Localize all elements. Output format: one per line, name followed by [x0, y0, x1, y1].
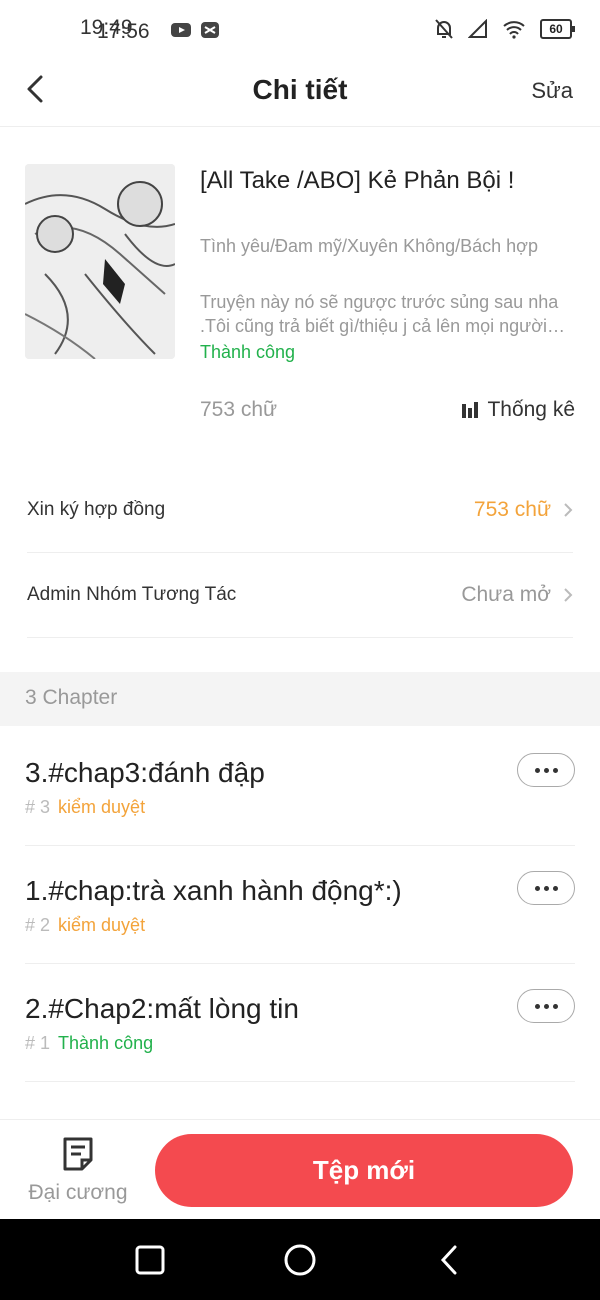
chevron-right-icon	[564, 503, 573, 517]
outline-button[interactable]: Đại cương	[26, 1136, 130, 1205]
chapter-number: # 3	[25, 797, 51, 817]
new-file-button[interactable]: Tệp mới	[155, 1134, 573, 1207]
nav-back-button[interactable]	[433, 1243, 467, 1277]
battery-icon: 60	[540, 19, 575, 39]
chapter-title: 3.#chap3:đánh đập	[25, 757, 265, 788]
header: Chi tiết Sửa	[0, 60, 600, 127]
admin-group-row[interactable]: Admin Nhóm Tương Tác Chưa mở	[27, 553, 573, 638]
chapter-section-header: 3 Chapter	[0, 672, 600, 726]
stats-label: Thống kê	[487, 398, 575, 421]
bar-chart-icon	[462, 402, 479, 418]
chapter-title: 1.#chap:trà xanh hành động*:)	[25, 875, 402, 906]
admin-group-label: Admin Nhóm Tương Tác	[27, 584, 237, 605]
notes-icon	[63, 1137, 93, 1171]
chapter-item[interactable]: 1.#chap:trà xanh hành động*:) # 2 kiểm d…	[25, 845, 575, 964]
book-description: Truyện này nó sẽ ngược trước sủng sau nh…	[200, 292, 559, 336]
admin-group-value: Chưa mở	[461, 583, 551, 606]
status-bar: 19:49 17:56 60	[0, 0, 600, 60]
book-status: Thành công	[200, 342, 296, 362]
outline-label: Đại cương	[28, 1181, 128, 1204]
bell-off-icon	[435, 19, 453, 39]
chapter-count: 3 Chapter	[25, 686, 118, 709]
more-options-button[interactable]	[517, 989, 575, 1023]
stats-button[interactable]: Thống kê	[461, 398, 575, 422]
book-title: [All Take /ABO] Kẻ Phản Bội !	[200, 167, 515, 194]
chapter-number: # 2	[25, 915, 51, 935]
chapter-item[interactable]: 3.#chap3:đánh đập # 3 kiểm duyệt	[25, 727, 575, 846]
more-options-button[interactable]	[517, 753, 575, 787]
edit-button[interactable]: Sửa	[531, 78, 573, 104]
chapter-status: kiểm duyệt	[58, 797, 146, 817]
chevron-right-icon	[564, 588, 573, 602]
more-options-button[interactable]	[517, 871, 575, 905]
signal-icon	[468, 19, 487, 38]
home-button[interactable]	[283, 1243, 317, 1277]
youtube-icon	[171, 23, 191, 37]
capcut-icon	[201, 22, 219, 38]
page-title: Chi tiết	[252, 74, 348, 105]
recent-apps-button[interactable]	[133, 1243, 167, 1277]
book-cover[interactable]	[25, 164, 175, 359]
chapter-status: kiểm duyệt	[58, 915, 146, 935]
contract-label: Xin ký hợp đồng	[27, 499, 166, 520]
chapter-title: 2.#Chap2:mất lòng tin	[25, 993, 299, 1024]
system-nav-bar	[0, 1219, 600, 1300]
status-time-overlay: 17:56	[97, 20, 150, 43]
bottom-bar: Đại cương Tệp mới	[0, 1119, 600, 1220]
contract-row[interactable]: Xin ký hợp đồng 753 chữ	[27, 468, 573, 553]
contract-value: 753 chữ	[473, 498, 551, 521]
chapter-item[interactable]: 2.#Chap2:mất lòng tin # 1 Thành công	[25, 963, 575, 1082]
book-genres: Tình yêu/Đam mỹ/Xuyên Không/Bách hợp	[200, 236, 538, 256]
wifi-icon	[503, 21, 525, 39]
word-count: 753 chữ	[200, 398, 278, 421]
chapter-status: Thành công	[58, 1033, 154, 1053]
chapter-number: # 1	[25, 1033, 51, 1053]
